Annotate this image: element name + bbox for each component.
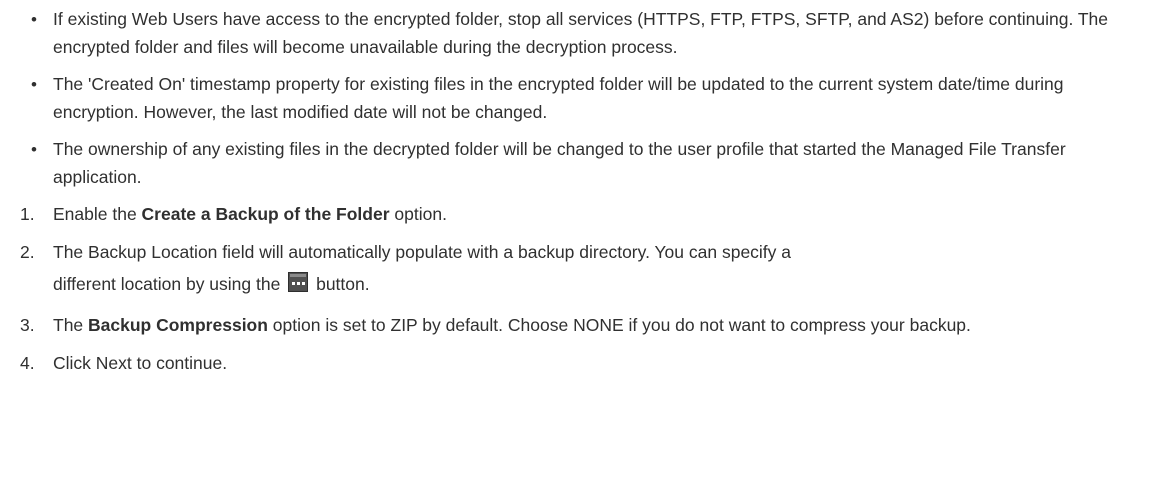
step-number: 3. — [20, 315, 35, 335]
notes-bullet-list: • If existing Web Users have access to t… — [20, 6, 1141, 191]
step-text: Click Next to continue. — [53, 352, 228, 373]
steps-numbered-list: 1. Enable the Create a Backup of the Fol… — [20, 201, 1141, 377]
step-item: 4. Click Next to continue. — [20, 350, 1141, 378]
step-text-suffix: button. — [316, 274, 370, 294]
step-text-suffix: option. — [389, 204, 447, 224]
bullet-icon: • — [31, 140, 37, 159]
step-number: 2. — [20, 241, 35, 262]
document-body: • If existing Web Users have access to t… — [0, 0, 1161, 377]
step-option-name: Create a Backup of the Folder — [141, 204, 390, 224]
step-item: 3. The Backup Compression option is set … — [20, 312, 1141, 340]
step-text-prefix: The — [53, 315, 89, 335]
step-item: 2. The Backup Location field will automa… — [20, 239, 1141, 303]
step-number: 1. — [20, 204, 35, 224]
bullet-item: • The 'Created On' timestamp property fo… — [20, 71, 1141, 126]
step-text-prefix: Enable the — [53, 204, 142, 224]
step-number: 4. — [20, 352, 35, 373]
bullet-item: • The ownership of any existing files in… — [20, 136, 1141, 191]
bullet-icon: • — [31, 75, 37, 94]
bullet-text: If existing Web Users have access to the… — [53, 9, 1109, 57]
step-item: 1. Enable the Create a Backup of the Fol… — [20, 201, 1141, 229]
step-text-prefix: different location by using the — [53, 274, 281, 294]
step-text-suffix: option is set to ZIP by default. Choose … — [267, 315, 971, 335]
bullet-text: The ownership of any existing files in t… — [53, 139, 1066, 187]
step-text-line1: The Backup Location field will automatic… — [53, 241, 792, 262]
step-option-name: Backup Compression — [88, 315, 268, 335]
bullet-icon: • — [31, 10, 37, 29]
bullet-item: • If existing Web Users have access to t… — [20, 6, 1141, 61]
ellipsis-browse-icon — [288, 272, 309, 292]
step-text-line2: different location by using the button. — [53, 266, 1141, 302]
bullet-text: The 'Created On' timestamp property for … — [53, 74, 1064, 122]
